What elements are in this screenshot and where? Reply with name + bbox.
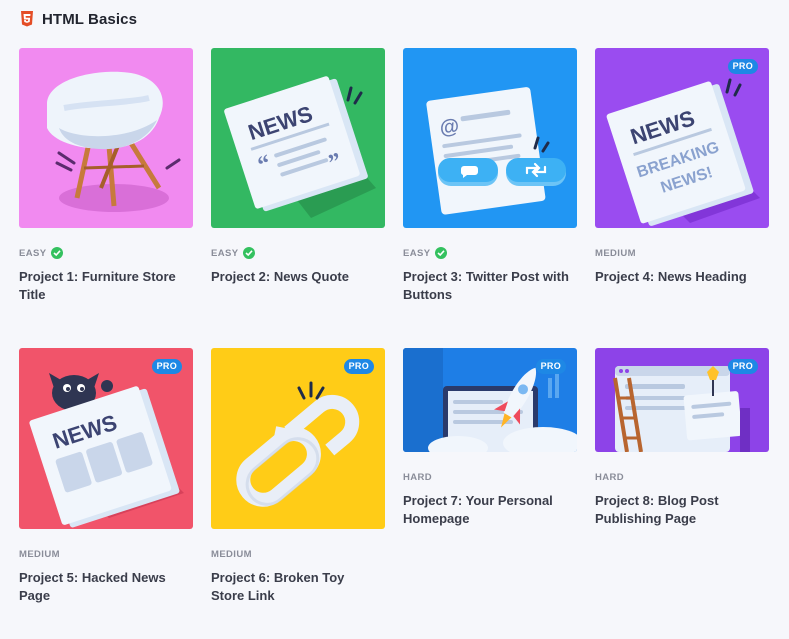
- check-icon: [51, 247, 64, 259]
- project-card[interactable]: PRO HARD Project 8: Blog Post Publishing…: [595, 348, 769, 528]
- section-header: HTML Basics: [20, 9, 137, 29]
- rocket-launch-illustration: PRO: [403, 348, 577, 452]
- difficulty-label: EASY: [403, 247, 431, 259]
- project-card[interactable]: NEWS BREAKING NEWS! PRO MEDIUM Project 4…: [595, 48, 769, 286]
- pro-badge: PRO: [343, 359, 374, 374]
- newspaper-quote-illustration: NEWS “ ”: [211, 48, 385, 228]
- html5-icon: [21, 11, 33, 27]
- difficulty-label: EASY: [19, 247, 47, 259]
- check-icon: [435, 247, 448, 259]
- project-card[interactable]: PRO HARD Project 7: Your Personal Homepa…: [403, 348, 577, 528]
- project-title[interactable]: Project 8: Blog Post Publishing Page: [595, 492, 765, 528]
- project-card[interactable]: NEWS “ ” EASY Project 2: News Quote: [211, 48, 385, 286]
- section-title: HTML Basics: [42, 10, 138, 28]
- check-icon: [243, 247, 256, 259]
- difficulty-label: MEDIUM: [211, 548, 252, 560]
- pro-badge: PRO: [727, 59, 758, 74]
- project-title[interactable]: Project 2: News Quote: [211, 268, 381, 286]
- blog-publishing-illustration: PRO: [595, 348, 769, 452]
- twitter-post-illustration: @: [403, 48, 577, 228]
- svg-text:@: @: [438, 115, 460, 140]
- hacked-news-illustration: NEWS PRO: [19, 348, 193, 529]
- project-title[interactable]: Project 4: News Heading: [595, 268, 765, 286]
- project-title[interactable]: Project 5: Hacked News Page: [19, 569, 189, 605]
- chair-illustration: [19, 48, 193, 228]
- project-title[interactable]: Project 6: Broken Toy Store Link: [211, 569, 381, 605]
- project-title[interactable]: Project 7: Your Personal Homepage: [403, 492, 573, 528]
- difficulty-label: MEDIUM: [595, 247, 636, 259]
- pro-badge: PRO: [727, 359, 758, 374]
- project-card[interactable]: @ EASY Project 3: Twitter Post with Butt…: [403, 48, 577, 304]
- project-card[interactable]: NEWS PRO MEDIUM Project 5: Hacked News P…: [19, 348, 193, 605]
- difficulty-label: EASY: [211, 247, 239, 259]
- difficulty-label: HARD: [403, 471, 433, 483]
- project-card[interactable]: EASY Project 1: Furniture Store Title: [19, 48, 193, 304]
- project-title[interactable]: Project 3: Twitter Post with Buttons: [403, 268, 573, 304]
- project-title[interactable]: Project 1: Furniture Store Title: [19, 268, 189, 304]
- project-card[interactable]: PRO MEDIUM Project 6: Broken Toy Store L…: [211, 348, 385, 605]
- difficulty-label: MEDIUM: [19, 548, 60, 560]
- breaking-news-illustration: NEWS BREAKING NEWS! PRO: [595, 48, 769, 228]
- broken-chain-illustration: PRO: [211, 348, 385, 529]
- difficulty-label: HARD: [595, 471, 625, 483]
- pro-badge: PRO: [535, 359, 566, 374]
- pro-badge: PRO: [151, 359, 182, 374]
